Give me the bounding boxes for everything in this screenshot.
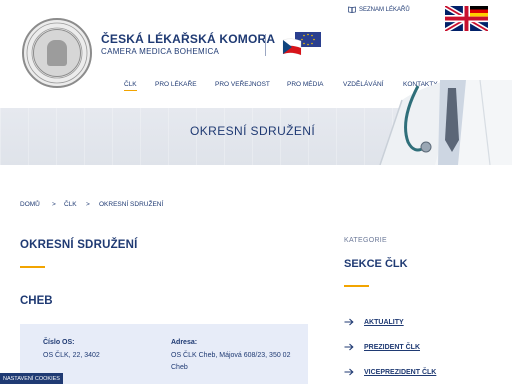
nav-item-clk[interactable]: ČLK (124, 81, 137, 91)
sidebar-section-title: SEKCE ČLK (344, 258, 408, 270)
doctor-stethoscope-image (379, 80, 512, 165)
nav-item-pro-media[interactable]: PRO MÉDIA (287, 81, 323, 88)
sidebar-link-label: VICEPREZIDENT ČLK (364, 368, 437, 376)
sidebar-link-aktuality[interactable]: AKTUALITY (344, 317, 404, 327)
nav-item-pro-lekare[interactable]: PRO LÉKAŘE (155, 81, 197, 88)
chamber-seal-logo[interactable] (22, 18, 92, 88)
sidebar-link-label: AKTUALITY (364, 318, 404, 326)
seal-figure (33, 29, 81, 77)
address-value: OS ČLK Cheb, Májová 608/23, 350 02 Cheb (171, 352, 291, 371)
sidebar-link-label: PREZIDENT ČLK (364, 343, 420, 351)
breadcrumb-separator: > (86, 201, 90, 208)
association-info-card: Číslo OS: OS ČLK, 22, 3402 Adresa: OS ČL… (20, 324, 308, 384)
number-value: OS ČLK, 22, 3402 (43, 352, 100, 359)
category-label: KATEGORIE (344, 237, 388, 244)
banner-title: OKRESNÍ SDRUŽENÍ (190, 124, 316, 138)
header-divider (265, 34, 266, 56)
sidebar-link-viceprezident[interactable]: VICEPREZIDENT ČLK (344, 367, 436, 377)
org-subtitle: CAMERA MEDICA BOHEMICA (101, 47, 220, 56)
de-flag-icon[interactable] (470, 6, 488, 17)
page-title: OKRESNÍ SDRUŽENÍ (20, 239, 138, 251)
top-utility-bar: SEZNAM LÉKAŘŮ (348, 6, 488, 32)
breadcrumb-home[interactable]: DOMŮ (20, 201, 40, 208)
cookie-settings-button[interactable]: NASTAVENÍ COOKIES (0, 373, 63, 384)
address-label: Adresa: (171, 339, 198, 346)
cz-eu-flags-icon (282, 32, 321, 56)
title-accent-line (20, 266, 45, 268)
number-label: Číslo OS: (43, 339, 75, 346)
nav-item-pro-verejnost[interactable]: PRO VEŘEJNOST (215, 81, 270, 88)
arrow-right-icon (344, 368, 354, 376)
breadcrumb-current: OKRESNÍ SDRUŽENÍ (99, 201, 164, 208)
org-name[interactable]: ČESKÁ LÉKAŘSKÁ KOMORA (101, 32, 275, 46)
breadcrumb-separator: > (52, 201, 56, 208)
breadcrumb-clk[interactable]: ČLK (64, 201, 77, 208)
arrow-right-icon (344, 343, 354, 351)
arrow-right-icon (344, 318, 354, 326)
doctors-list-link[interactable]: SEZNAM LÉKAŘŮ (348, 6, 410, 13)
book-icon (348, 6, 356, 13)
region-title: CHEB (20, 295, 53, 307)
sidebar-link-prezident[interactable]: PREZIDENT ČLK (344, 342, 420, 352)
sidebar-accent-line (344, 285, 369, 287)
doctors-list-label: SEZNAM LÉKAŘŮ (359, 6, 410, 13)
